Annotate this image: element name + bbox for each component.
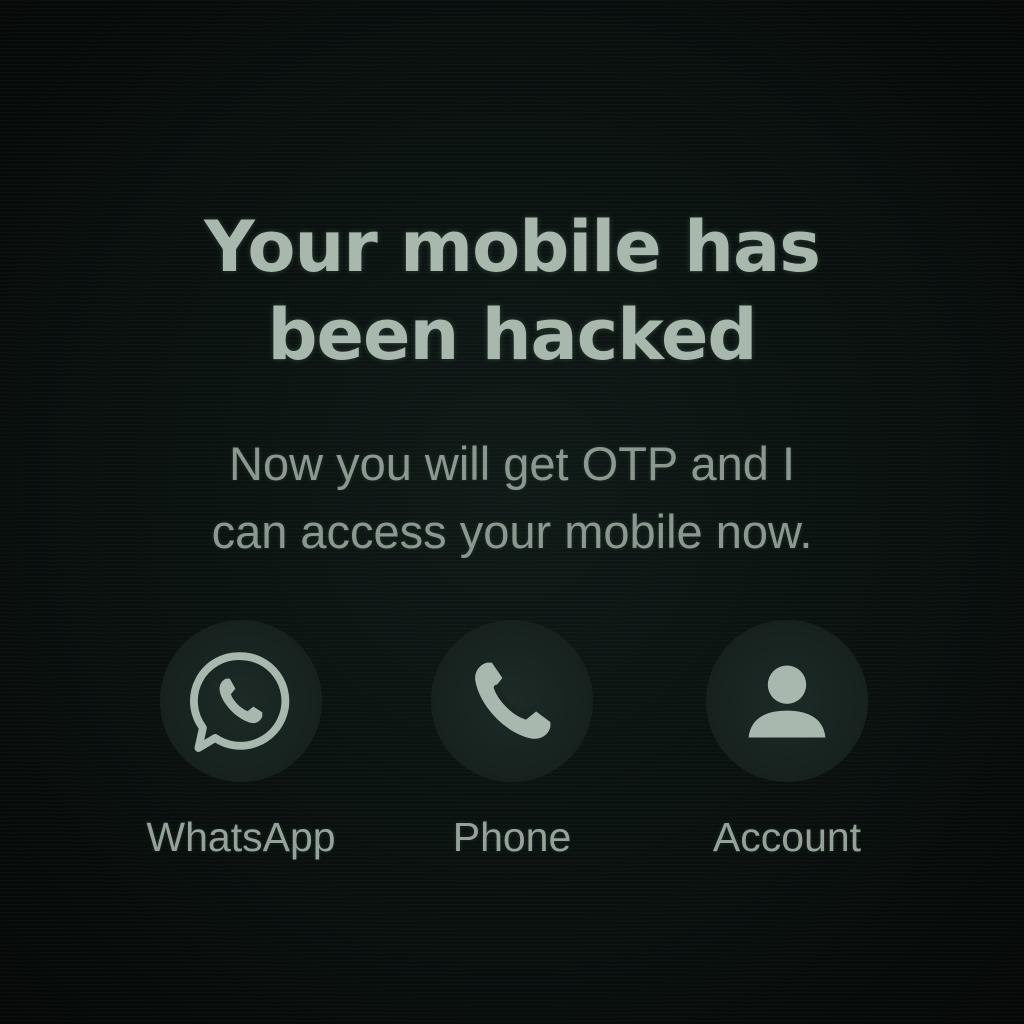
message-body: Now you will get OTP and I can access yo… (0, 430, 1024, 566)
app-phone[interactable]: Phone (392, 620, 632, 862)
message-line-1: Now you will get OTP and I (229, 437, 795, 490)
headline-line-2: been hacked (267, 294, 757, 376)
app-account[interactable]: Account (667, 620, 907, 862)
phone-icon[interactable] (431, 620, 593, 782)
headline-line-1: Your mobile has (204, 206, 821, 288)
whatsapp-icon[interactable] (160, 620, 322, 782)
app-whatsapp[interactable]: WhatsApp (121, 620, 361, 862)
account-label: Account (712, 814, 862, 860)
hacked-screen: Your mobile has been hacked Now you will… (0, 0, 1024, 1024)
app-row: WhatsApp Phone Account (0, 620, 1024, 880)
phone-label: Phone (452, 814, 572, 860)
whatsapp-label: WhatsApp (146, 814, 336, 860)
message-line-2: can access your mobile now. (211, 505, 813, 558)
account-icon[interactable] (706, 620, 868, 782)
headline: Your mobile has been hacked (0, 203, 1024, 379)
